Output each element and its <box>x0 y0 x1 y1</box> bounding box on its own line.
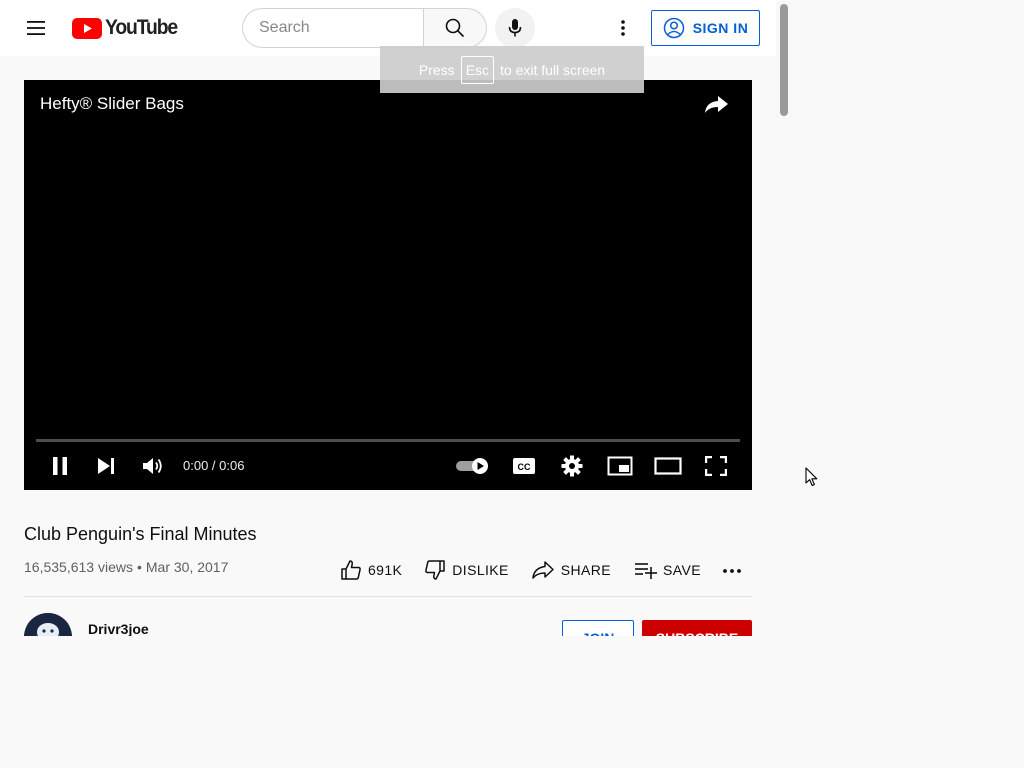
progress-bar[interactable] <box>36 439 740 442</box>
scrollbar-thumb[interactable] <box>780 4 788 116</box>
fullscreen-button[interactable] <box>702 454 730 478</box>
guide-menu-button[interactable] <box>20 12 52 44</box>
sign-in-button[interactable]: SIGN IN <box>651 10 760 46</box>
hint-text-before: Press <box>418 61 455 78</box>
horizontal-dots-icon <box>723 569 741 573</box>
captions-button[interactable]: CC <box>511 454 537 478</box>
player-share-button[interactable] <box>700 92 732 116</box>
save-label: SAVE <box>663 562 701 578</box>
next-icon <box>98 458 114 474</box>
next-button[interactable] <box>94 454 118 478</box>
volume-icon <box>143 458 162 474</box>
captions-icon: CC <box>513 458 535 474</box>
search-input[interactable] <box>259 19 409 37</box>
settings-gear-icon <box>561 455 583 477</box>
account-circle-icon <box>663 17 684 39</box>
vertical-dots-icon <box>621 20 625 36</box>
like-count: 691K <box>368 562 403 578</box>
save-button[interactable]: SAVE <box>633 559 701 581</box>
view-count: 16,535,613 views <box>24 559 133 575</box>
mute-button[interactable] <box>140 454 166 478</box>
miniplayer-icon <box>607 456 633 476</box>
video-title: Club Penguin's Final Minutes <box>24 524 257 544</box>
video-actions: 691K DISLIKE SHARE SAVE <box>340 556 723 584</box>
fullscreen-icon <box>705 456 727 476</box>
settings-menu-button[interactable] <box>607 12 639 44</box>
autoplay-toggle[interactable] <box>456 457 490 475</box>
pause-icon <box>53 457 67 475</box>
miniplayer-button[interactable] <box>606 454 634 478</box>
avatar-image <box>24 613 72 636</box>
mouse-cursor-icon <box>805 467 818 487</box>
player-video-title[interactable]: Hefty® Slider Bags <box>40 94 184 114</box>
theater-mode-button[interactable] <box>653 454 683 478</box>
share-arrow-icon <box>705 96 728 113</box>
more-actions-button[interactable] <box>719 560 745 582</box>
search-icon <box>445 18 465 38</box>
fullscreen-exit-hint: Press Esc to exit full screen <box>380 46 644 93</box>
dislike-label: DISLIKE <box>452 562 509 578</box>
video-meta: 16,535,613 views • Mar 30, 2017 <box>24 559 228 575</box>
subscribe-button[interactable]: SUBSCRIBE <box>642 620 752 636</box>
meta-separator: • <box>136 559 142 575</box>
time-display: 0:00 / 0:06 <box>183 458 245 473</box>
hint-text-after: to exit full screen <box>500 61 606 78</box>
youtube-play-logo-icon <box>72 17 102 39</box>
like-button[interactable]: 691K <box>340 559 402 581</box>
logo-text: YouTube <box>105 16 178 39</box>
video-player[interactable]: Hefty® Slider Bags 0:00 / 0:06 CC <box>24 80 752 490</box>
add-to-playlist-icon <box>635 563 658 579</box>
thumbs-up-icon <box>341 560 361 580</box>
info-divider <box>24 596 752 597</box>
search-box[interactable] <box>242 8 424 48</box>
search-button[interactable] <box>423 8 487 48</box>
autoplay-toggle-icon <box>456 458 488 474</box>
share-icon <box>532 561 554 579</box>
share-button[interactable]: SHARE <box>531 559 611 581</box>
sign-in-label: SIGN IN <box>692 20 749 36</box>
pause-button[interactable] <box>48 454 72 478</box>
theater-mode-icon <box>654 457 682 475</box>
youtube-logo[interactable]: YouTube <box>72 16 183 40</box>
settings-button[interactable] <box>559 454 585 478</box>
channel-row: Drivr3joe JOIN SUBSCRIBE <box>0 600 776 636</box>
hint-key-esc: Esc <box>460 55 495 84</box>
thumbs-down-icon <box>425 560 446 580</box>
svg-text:CC: CC <box>518 462 531 472</box>
channel-avatar[interactable] <box>24 613 72 636</box>
voice-search-button[interactable] <box>495 8 535 48</box>
hamburger-menu-icon <box>27 21 45 35</box>
dislike-button[interactable]: DISLIKE <box>424 559 509 581</box>
share-label: SHARE <box>560 562 612 578</box>
join-button[interactable]: JOIN <box>562 620 634 636</box>
channel-name[interactable]: Drivr3joe <box>88 621 149 636</box>
microphone-icon <box>508 19 522 37</box>
upload-date: Mar 30, 2017 <box>145 559 229 575</box>
